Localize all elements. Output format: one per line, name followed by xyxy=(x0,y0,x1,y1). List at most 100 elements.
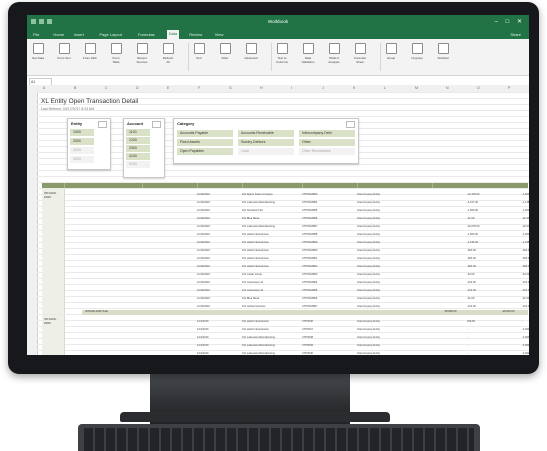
column-header[interactable]: P xyxy=(508,86,510,90)
what-if-analysis-button[interactable]: What-If Analysis xyxy=(327,43,341,64)
clear-filter-icon[interactable] xyxy=(98,121,107,128)
slicer-item[interactable]: Other Receivables xyxy=(299,148,355,155)
table-row[interactable]: 11/14/2016 10L Cedar Group CTP0034863 Inter… xyxy=(197,273,529,278)
account-slicer[interactable]: Account 1100 1200 2000 4100 5100 xyxy=(123,118,165,178)
share-button[interactable]: Share xyxy=(508,31,523,38)
window-controls[interactable]: – □ ✕ xyxy=(495,18,525,25)
slicer-item[interactable]: 2000 xyxy=(70,138,94,145)
group-button[interactable]: Group xyxy=(384,43,398,60)
slicer-item[interactable]: 4100 xyxy=(126,153,150,160)
table-row[interactable]: 11/14/2016 10L Lakeview Manufacturing CTP0… xyxy=(197,225,529,230)
slicer-item[interactable]: Accounts Payable xyxy=(177,130,233,137)
column-header[interactable]: B xyxy=(74,86,76,90)
table-row[interactable]: 11/14/2016 10L Greenway Ltd CTP0034865 Inte… xyxy=(197,289,529,294)
from-table-button[interactable]: From Table xyxy=(109,43,123,64)
entity-slicer[interactable]: Entity 1000 2000 3000 4000 xyxy=(67,118,111,170)
table-row[interactable]: 11/14/2016 10L Harbor Enterprises CTP00348… xyxy=(197,249,529,254)
ribbon-separator xyxy=(380,43,381,71)
table-row[interactable]: 11/14/2016 10L Lakeview Manufacturing CTP0… xyxy=(197,201,529,206)
column-header[interactable]: H xyxy=(260,86,263,90)
ungroup-button[interactable]: Ungroup xyxy=(410,43,424,60)
subtotal-button[interactable]: Subtotal xyxy=(436,43,450,60)
table-row[interactable]: 12/1/2016 10L Lakeview Manufacturing CTP00… xyxy=(197,336,529,341)
slicer-item[interactable]: 3000 xyxy=(70,147,94,154)
monitor: Workbook – □ ✕ Share File Home Insert Page … xyxy=(8,2,539,374)
slicer-item[interactable]: Cash xyxy=(238,148,294,155)
sort-button[interactable]: Sort xyxy=(192,43,206,60)
slicer-item[interactable]: 4000 xyxy=(70,156,94,163)
slicer-item[interactable]: 1100 xyxy=(126,129,150,136)
table-cell: Intercompany Entity xyxy=(357,193,380,196)
column-header[interactable]: A xyxy=(43,86,45,90)
table-cell: 11/14/2016 xyxy=(197,241,210,244)
table-row[interactable]: 11/14/2016 10L Greenway Ltd CTP0034864 Inte… xyxy=(197,281,529,286)
table-row[interactable]: 11/14/2016 10L Harbor Enterprises CTP00348… xyxy=(197,241,529,246)
report-title: XL Entity Open Transaction Detail xyxy=(41,98,139,105)
slicer-item[interactable]: 1000 xyxy=(70,129,94,136)
data-validation-button[interactable]: Data Validation xyxy=(301,43,315,64)
table-row[interactable]: 12/1/2016 10L Harbor Enterprises CTP0037 In… xyxy=(197,328,529,333)
from-web-button[interactable]: From Web xyxy=(83,43,97,60)
column-header[interactable]: I xyxy=(291,86,292,90)
table-row[interactable]: 11/14/2016 10L Northwind SA CTP0034855 Inte… xyxy=(197,209,529,214)
table-cell: 10L Harbor Enterprises xyxy=(242,233,269,236)
table-row[interactable]: 11/14/2016 10L Harbor Enterprises CTP00348… xyxy=(197,265,529,270)
table-row[interactable]: 11/14/2016 10L Alpine Solar Company CTP003… xyxy=(197,193,529,198)
table-row[interactable]: 12/1/2016 10L Lakeview Manufacturing CTP00… xyxy=(197,352,529,355)
column-header[interactable]: E xyxy=(167,86,169,90)
table-row[interactable]: 11/14/2016 10L Blue Mesa CTP0034856 Interco… xyxy=(197,217,529,222)
table-cell: 11/14/2016 xyxy=(197,201,210,204)
column-header[interactable]: F xyxy=(198,86,200,90)
table-row[interactable]: 12/1/2016 10L Lakeview Manufacturing CTP00… xyxy=(197,344,529,349)
ribbon-button-label: Data Validation xyxy=(301,56,315,64)
column-header[interactable]: O xyxy=(477,86,480,90)
advanced-button[interactable]: Advanced xyxy=(244,43,258,60)
category-slicer[interactable]: Category Accounts Payable Accounts Recei… xyxy=(173,118,359,164)
tab-page-layout[interactable]: Page Layout xyxy=(97,31,123,38)
tab-file[interactable]: File xyxy=(31,31,41,38)
refresh-all-button[interactable]: Refresh All xyxy=(161,43,175,64)
slicer-item[interactable]: 5100 xyxy=(126,161,150,168)
column-header[interactable]: G xyxy=(229,86,232,90)
clear-filter-icon[interactable] xyxy=(346,121,355,128)
table-cell: 10L Lakeview Manufacturing xyxy=(242,201,275,204)
ungroup-icon xyxy=(411,43,423,54)
slicer-item[interactable]: Sundry Debtors xyxy=(238,139,294,146)
clear-filter-icon[interactable] xyxy=(152,121,161,128)
column-header[interactable]: K xyxy=(353,86,355,90)
filter-button[interactable]: Filter xyxy=(218,43,232,60)
slicer-item[interactable]: Intercompany Debt xyxy=(299,130,355,137)
slicer-item[interactable]: Fixed Assets xyxy=(177,139,233,146)
slicer-item[interactable]: Other xyxy=(299,139,355,146)
slicer-item[interactable]: Accounts Receivable xyxy=(238,130,294,137)
slicer-item[interactable]: Open Payables xyxy=(177,148,233,155)
forecast-sheet-button[interactable]: Forecast Sheet xyxy=(353,43,367,64)
column-header[interactable]: M xyxy=(415,86,418,90)
slicer-item[interactable]: 1200 xyxy=(126,137,150,144)
get-data-button[interactable]: Get Data xyxy=(31,43,45,60)
table-row[interactable]: 11/14/2016 10L Harbor Enterprises CTP00348… xyxy=(197,257,529,262)
column-header[interactable]: J xyxy=(322,86,324,90)
tab-review[interactable]: Review xyxy=(187,31,204,38)
column-header[interactable]: N xyxy=(446,86,449,90)
column-header[interactable]: C xyxy=(105,86,108,90)
column-header[interactable]: D xyxy=(136,86,139,90)
table-cell: 10L Global Ventures xyxy=(242,305,266,308)
from-text-button[interactable]: From Text xyxy=(57,43,71,60)
table-cell: -214.00 xyxy=(467,305,476,308)
table-cell: Intercompany Entity xyxy=(357,328,380,331)
tab-home[interactable]: Home xyxy=(51,31,66,38)
text-to-columns-button[interactable]: Text to Columns xyxy=(275,43,289,64)
table-row[interactable]: 11/14/2016 10L Blue Mesa CTP0034866 Interco… xyxy=(197,297,529,302)
table-row[interactable]: 11/14/2016 10L Harbor Enterprises CTP00348… xyxy=(197,233,529,238)
tab-insert[interactable]: Insert xyxy=(72,31,86,38)
table-cell: 11/14/2016 xyxy=(197,305,210,308)
subtotal-label: INTL000-1000 Total xyxy=(85,310,108,313)
column-header[interactable]: L xyxy=(384,86,386,90)
table-row[interactable]: 12/1/2016 10L Harbor Enterprises CTP0036 In… xyxy=(197,320,527,325)
tab-view[interactable]: View xyxy=(213,31,226,38)
tab-formulas[interactable]: Formulas xyxy=(136,31,157,38)
table-cell: -1,960.00 xyxy=(467,233,478,236)
slicer-item[interactable]: 2000 xyxy=(126,145,150,152)
recent-sources-button[interactable]: Recent Sources xyxy=(135,43,149,64)
